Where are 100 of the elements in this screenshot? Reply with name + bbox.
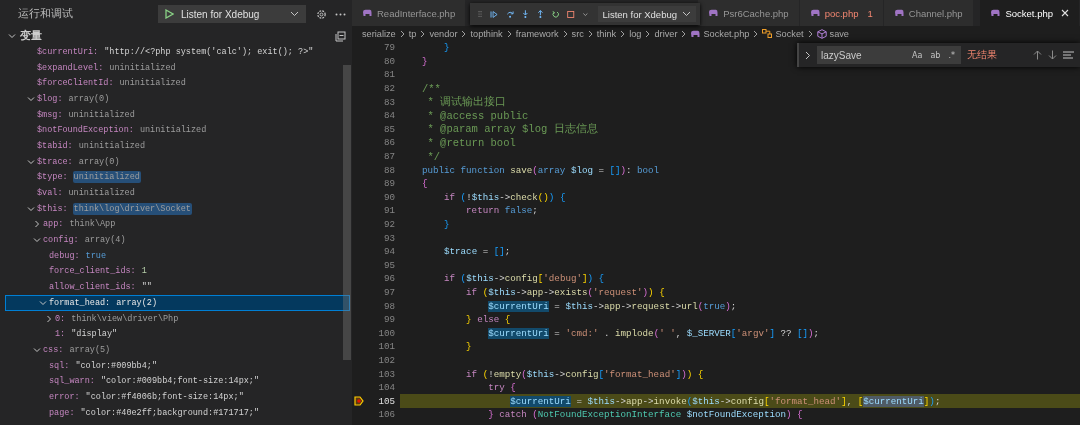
step-into-icon[interactable] [522,8,530,20]
editor-tab[interactable]: Psr6Cache.php [698,0,800,26]
editor-tab[interactable]: Socket.php [980,0,1080,26]
breadcrumb-item[interactable]: driver [654,28,678,39]
chevron-right-icon[interactable] [805,50,811,60]
restart-icon[interactable] [551,8,560,20]
editor-tab[interactable]: poc.php 1 [799,0,884,26]
step-out-icon[interactable] [537,8,544,20]
line-number: 99 [383,314,395,326]
variable-value: "http://<?php system('calc'); exit(); ?>" [103,45,315,58]
variable-name: 0: [55,313,66,324]
chevron-right-icon [753,29,759,38]
chevron-down-icon[interactable] [8,32,16,40]
variable-value: array(5) [68,343,112,356]
lines-icon[interactable] [1063,51,1074,59]
variable-row[interactable]: css: array(5) [5,342,350,358]
variable-row[interactable]: page: "color:#40e2ff;background:#171717;" [5,404,350,421]
variable-row[interactable]: $msg: uninitialized [5,106,350,123]
variable-row[interactable]: force_client_ids: 1 [5,263,350,280]
chevron-down-icon[interactable] [33,236,41,245]
chevron-down-icon[interactable] [27,204,35,213]
breadcrumb-item[interactable]: save [816,28,849,39]
variable-row[interactable]: sql: "color:#009bb4;" [5,357,350,374]
variable-row[interactable]: $forceClientId: uninitialized [5,75,350,92]
breadcrumb-item[interactable]: log [629,28,642,39]
code-line: } [422,55,428,67]
variable-row[interactable]: $tabid: uninitialized [5,138,350,154]
variable-row[interactable]: $type: uninitialized [5,169,350,186]
variable-row[interactable]: app: think\App [5,216,350,233]
variable-row[interactable]: $trace: array(0) [5,153,350,170]
collapse-all-icon[interactable] [335,30,346,42]
caret-icon[interactable] [582,11,588,17]
breadcrumb-item[interactable]: src [571,28,584,39]
line-number: 104 [378,382,395,394]
find-option-toggle[interactable]: Aa [910,49,925,61]
variable-row[interactable]: $val: uninitialized [5,185,350,201]
variable-name: $msg: [37,109,63,120]
code-line: * @access public [426,109,529,122]
settings-icon[interactable] [316,8,327,20]
find-option-toggle[interactable]: .* [946,49,957,61]
arrow-up-icon[interactable] [1033,50,1042,60]
variable-row[interactable]: debug: true [5,247,350,264]
variable-row[interactable]: $this: think\log\driver\Socket [5,200,350,217]
chevron-down-icon[interactable] [27,94,35,103]
chevron-down-icon[interactable] [33,345,41,354]
debug-config-select[interactable]: Listen for Xdebug [597,6,696,22]
variable-row[interactable]: 1: "display" [5,326,350,343]
variable-value: uninitialized [72,171,141,184]
variable-value: think\log\driver\Socket [72,202,192,215]
chevron-right-icon [681,29,687,38]
variable-value: array(0) [77,155,121,168]
find-field[interactable]: lazySave Aa ab .* [817,46,961,64]
stop-icon[interactable] [567,8,575,20]
line-number: 103 [378,368,395,380]
continue-icon[interactable] [490,8,499,20]
variable-row[interactable]: allow_client_ids: "" [5,279,350,295]
breadcrumb-item[interactable]: tp [408,28,417,39]
play-icon[interactable] [165,9,174,19]
find-option-toggle[interactable]: ab [928,49,943,61]
variable-value: think\view\driver\Php [70,312,180,325]
step-over-icon[interactable] [506,8,515,20]
variable-row[interactable]: $currentUri: "http://<?php system('calc'); exit(); ?>" [5,44,350,60]
scrollbar-thumb[interactable] [343,65,351,360]
code-line: } else { [465,314,511,326]
variable-row[interactable]: 0: think\view\driver\Php [5,310,350,327]
grip-icon[interactable] [478,9,483,19]
editor-tab[interactable]: Channel.php [883,0,974,26]
variable-row[interactable]: $expandLevel: uninitialized [5,59,350,76]
breadcrumb-item[interactable]: Socket.php [690,28,750,39]
breadcrumb-item[interactable]: think [596,28,617,39]
arrow-down-icon[interactable] [1048,50,1057,60]
variable-row[interactable]: $notFoundException: uninitialized [5,122,350,139]
chevron-down-icon[interactable] [39,298,47,307]
line-number: 80 [383,55,395,67]
breadcrumb-item[interactable]: serialize [362,28,396,39]
chevron-down-icon[interactable] [27,157,35,166]
variable-row[interactable]: config: array(4) [5,232,350,248]
editor-tab[interactable]: ReadInterface.php [352,0,467,26]
close-icon[interactable] [1061,9,1069,17]
variable-name: format_head: [49,297,111,308]
variable-row[interactable]: sql_warn: "color:#009bb4;font-size:14px;" [5,373,350,390]
chevron-right-icon [506,29,512,38]
line-number: 82 [383,83,395,95]
breadcrumb-item[interactable]: topthink [470,28,503,39]
code-line: $trace = []; [443,246,511,258]
variable-row[interactable]: format_head: array(2) [5,295,350,311]
variable-name: $val: [37,188,63,199]
breadcrumb-item[interactable]: Socket [762,28,804,39]
line-number: 89 [383,178,395,190]
launch-config-select[interactable]: Listen for Xdebug [158,5,306,23]
variable-value: "color:#009bb4;" [74,359,159,372]
line-number: 87 [383,151,395,163]
variable-row[interactable]: error: "color:#f4006b;font-size:14px;" [5,389,350,405]
more-icon[interactable] [335,12,346,16]
variable-name: $type: [37,172,68,183]
code-line: $currentUri = $this->app->request->url(true); [487,300,737,312]
variable-row[interactable]: $log: array(0) [5,91,350,107]
breadcrumb-item[interactable]: framework [515,28,559,39]
breadcrumb-item[interactable]: vendor [429,28,458,39]
code-line: { [422,178,428,190]
